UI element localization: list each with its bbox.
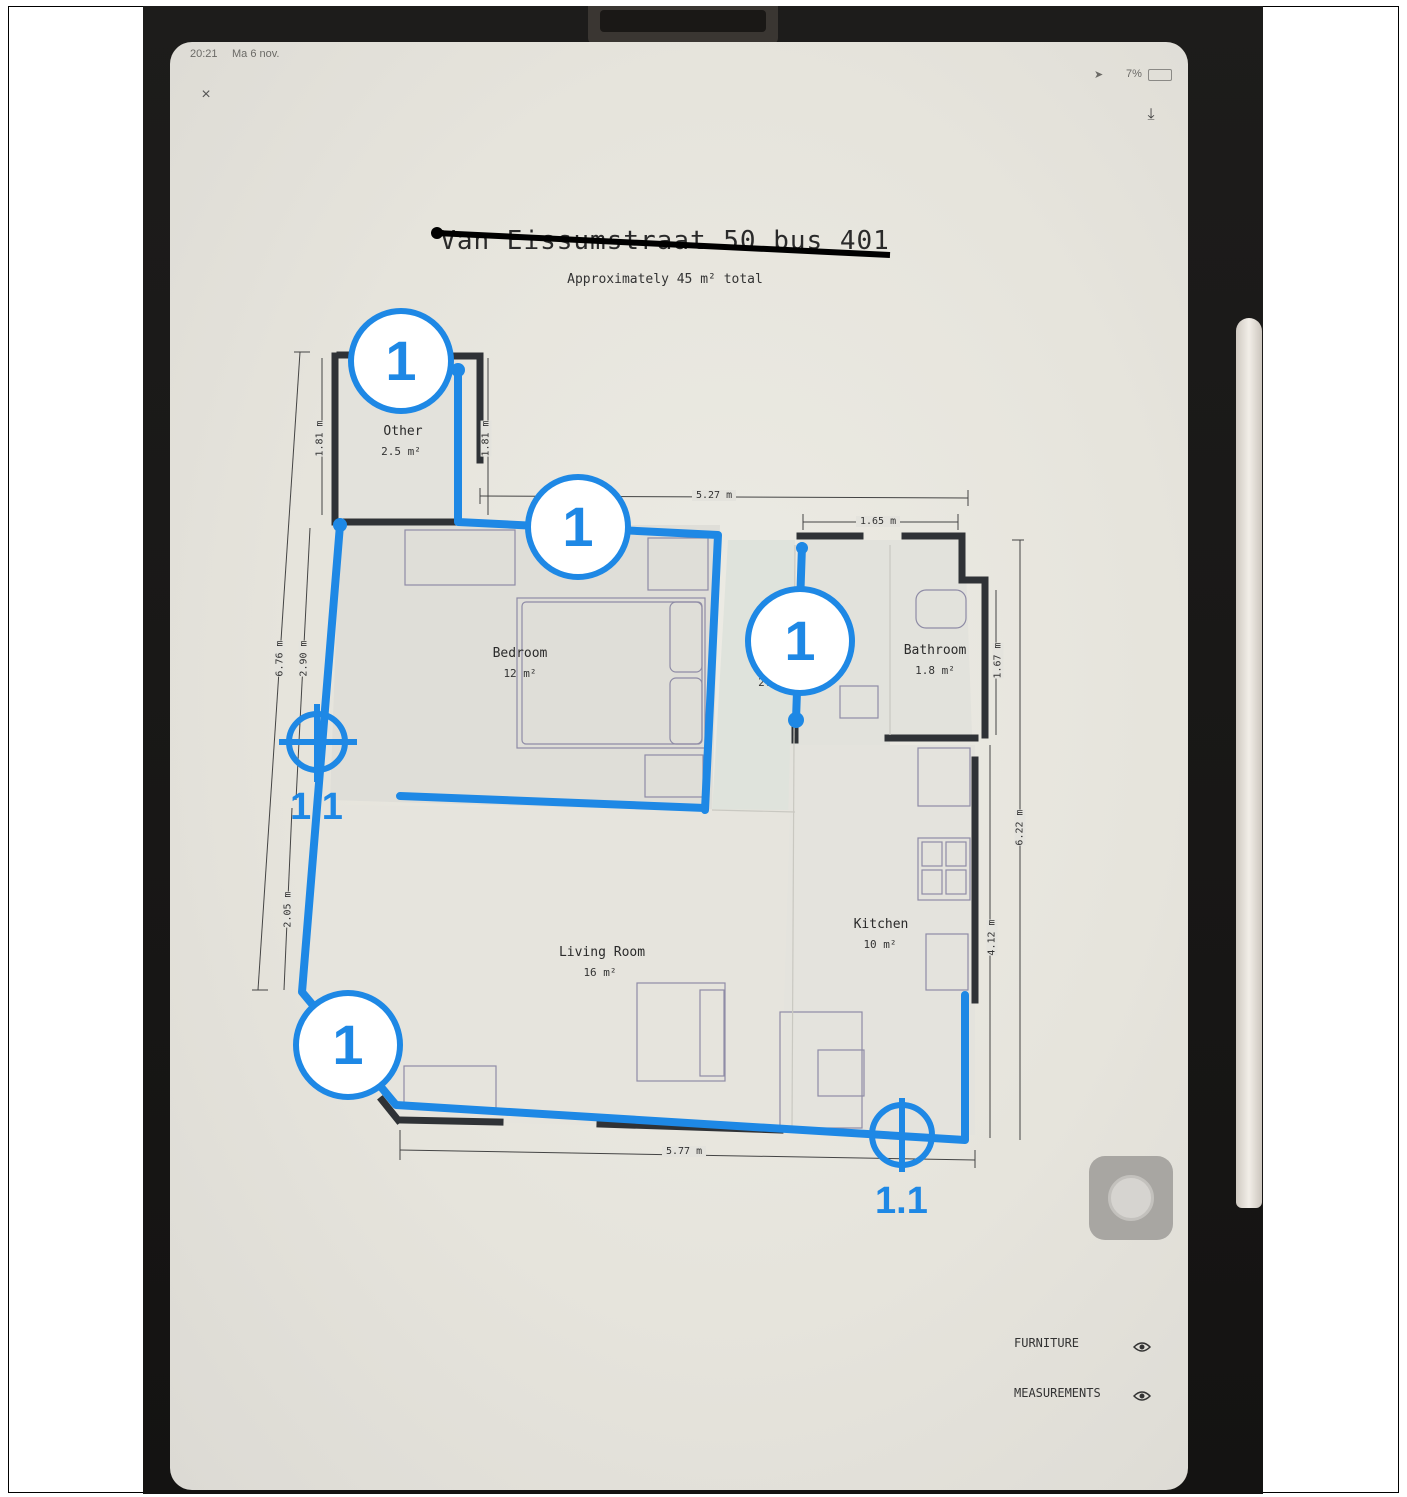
- annotation-badge: 1: [348, 308, 454, 414]
- dim-right-kitchen: 4.12 m: [986, 919, 998, 956]
- dim-right-total: 6.22 m: [1014, 809, 1026, 846]
- dim-left-living: 2.05 m: [282, 891, 294, 928]
- room-other-name: Other: [383, 424, 423, 439]
- dim-top-long: 5.27 m: [692, 490, 737, 501]
- dim-left-bedroom: 2.90 m: [298, 640, 310, 677]
- dim-top-bathroom: 1.65 m: [856, 516, 901, 527]
- room-bathroom-name: Bathroom: [903, 643, 967, 658]
- dim-other-inner: 1.81 m: [480, 420, 492, 457]
- target-label-left: 1.1: [290, 786, 343, 828]
- dim-bottom: 5.77 m: [662, 1146, 707, 1157]
- room-livingroom-name: Living Room: [558, 945, 646, 960]
- room-livingroom-area: 16 m²: [583, 966, 617, 979]
- annotation-badge: 1: [525, 474, 631, 580]
- eye-icon[interactable]: [1133, 1341, 1151, 1353]
- room-bedroom-area: 12 m²: [503, 667, 537, 680]
- annotation-badge: 1: [293, 990, 403, 1100]
- dim-left-total: 6.76 m: [274, 640, 286, 677]
- furniture-toggle-label[interactable]: FURNITURE: [1014, 1336, 1079, 1350]
- room-bathroom-area: 1.8 m²: [915, 664, 955, 677]
- dim-right-bathroom: 1.67 m: [992, 642, 1004, 679]
- room-bedroom-name: Bedroom: [492, 646, 548, 661]
- eye-icon[interactable]: [1133, 1390, 1151, 1402]
- title-redaction-line: [435, 230, 891, 258]
- room-kitchen-name: Kitchen: [853, 917, 909, 932]
- dim-other-outer: 1.81 m: [314, 420, 326, 457]
- floor-plan: [252, 227, 1024, 1172]
- annotation-badge: 1: [745, 586, 855, 696]
- assistive-touch-icon: [1108, 1175, 1154, 1221]
- room-other-area: 2.5 m²: [381, 445, 421, 458]
- target-label-bottom: 1.1: [875, 1180, 928, 1222]
- room-kitchen-area: 10 m²: [863, 938, 897, 951]
- title-redaction-dot: [431, 227, 443, 239]
- measurements-toggle-label[interactable]: MEASUREMENTS: [1014, 1386, 1101, 1400]
